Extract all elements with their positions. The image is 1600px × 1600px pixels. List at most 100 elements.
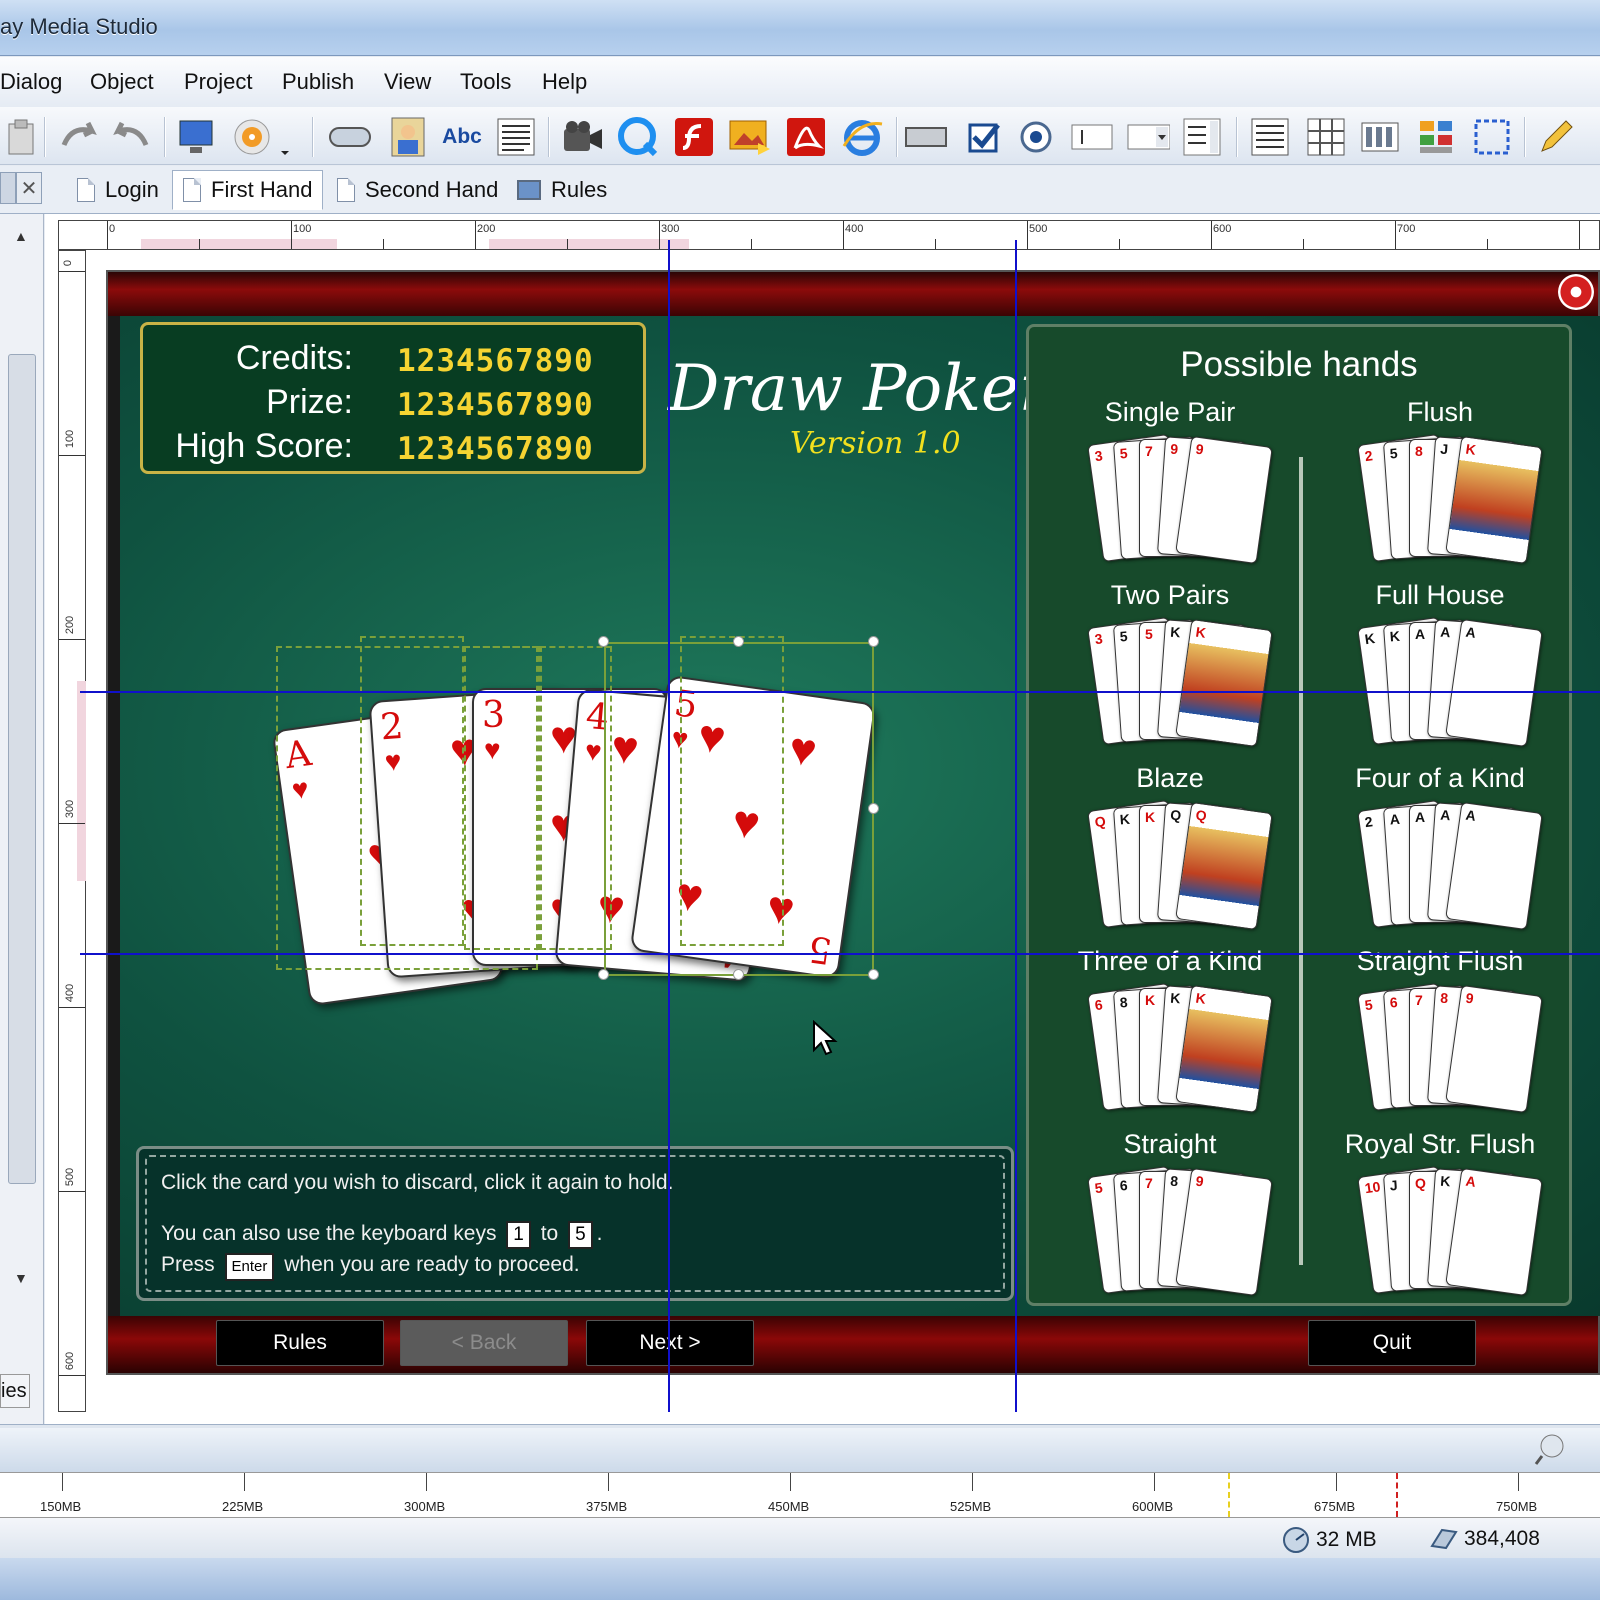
video-camera-icon[interactable]: [560, 115, 604, 159]
close-chip-icon[interactable]: [1558, 274, 1594, 310]
pencil-icon[interactable]: [1534, 115, 1578, 159]
disk-size-icon: [1430, 1528, 1458, 1550]
mini-card: K: [1445, 435, 1543, 565]
menu-dialog[interactable]: Dialog: [0, 69, 62, 95]
chevron-down-icon[interactable]: [274, 115, 296, 159]
hand-example-single-pair: Single Pair 3 5 7 9 9: [1045, 397, 1295, 580]
hand-name: Straight: [1123, 1129, 1217, 1159]
memory-status: 32 MB: [1282, 1526, 1377, 1554]
hand-example-full-house: Full House K K A A A: [1315, 580, 1565, 763]
list-box-tool-icon[interactable]: [1180, 115, 1224, 159]
hand-name: Four of a Kind: [1355, 763, 1525, 793]
report-tool-icon[interactable]: [1248, 115, 1292, 159]
undo-icon[interactable]: [56, 115, 100, 159]
quit-button[interactable]: Quit: [1308, 1320, 1476, 1366]
window-bottom-edge: [0, 1558, 1600, 1600]
hand-example-three-of-a-kind: Three of a Kind 6 8 K K K: [1045, 946, 1295, 1129]
credits-value: 1234567890: [397, 343, 594, 379]
tab-login[interactable]: Login: [66, 170, 170, 210]
memory-gauge-icon: [1283, 1527, 1309, 1553]
mini-card: K: [1175, 984, 1273, 1114]
pin-icon[interactable]: [0, 172, 16, 204]
horizontal-guide[interactable]: [80, 691, 1600, 693]
hand-example-flush: Flush 2 5 8 J K: [1315, 397, 1565, 580]
resize-handle[interactable]: [598, 636, 609, 647]
input-field-tool-icon[interactable]: [1070, 115, 1114, 159]
menu-tools[interactable]: Tools: [460, 69, 511, 95]
toolbar: Abc: [0, 107, 1600, 165]
hand-example-royal-str-flush: Royal Str. Flush 10 J Q K A: [1315, 1129, 1565, 1312]
vertical-guide[interactable]: [668, 240, 670, 1412]
mini-card: A: [1445, 1167, 1543, 1297]
tab-first-hand[interactable]: First Hand: [172, 170, 324, 210]
resize-handle[interactable]: [733, 969, 744, 980]
pin-icon[interactable]: [1534, 1432, 1568, 1466]
tab-second-hand[interactable]: Second Hand: [326, 170, 509, 210]
key-5: 5: [568, 1221, 593, 1249]
vertical-ruler: 0 100 200 300 400 500 600: [58, 250, 86, 1412]
mini-card: 9: [1175, 435, 1273, 565]
page-icon: [183, 178, 201, 202]
mini-card-fan: 10 J Q K A: [1357, 1165, 1543, 1297]
build-disc-icon[interactable]: [230, 115, 274, 159]
mini-card: Q: [1175, 801, 1273, 931]
close-panel-icon[interactable]: ✕: [16, 172, 42, 204]
properties-tab[interactable]: ies: [0, 1374, 30, 1408]
hand-name: Flush: [1406, 397, 1474, 427]
button-tool-icon[interactable]: [328, 115, 372, 159]
resize-handle[interactable]: [868, 803, 879, 814]
palette-tool-icon[interactable]: [1414, 115, 1458, 159]
felt-table: Credits: 1234567890 Prize: 1234567890 Hi…: [120, 316, 1600, 1316]
quicktime-icon[interactable]: [616, 115, 660, 159]
page-icon: [77, 178, 95, 202]
hand-name: Straight Flush: [1356, 946, 1524, 976]
menu-publish[interactable]: Publish: [282, 69, 354, 95]
radio-tool-icon[interactable]: [1014, 115, 1058, 159]
hand-example-straight-flush: Straight Flush 5 6 7 8 9: [1315, 946, 1565, 1129]
page-icon: [337, 178, 355, 202]
resize-handle[interactable]: [868, 969, 879, 980]
mini-card-fan: 258JK: [1357, 433, 1543, 565]
scroll-down-icon[interactable]: ▼: [14, 1270, 28, 1286]
left-panel: ▲ ▼ ies: [0, 214, 44, 1424]
vertical-guide[interactable]: [1015, 240, 1017, 1412]
horizontal-guide[interactable]: [80, 953, 1600, 955]
columns-tool-icon[interactable]: [1358, 115, 1402, 159]
mini-card-fan: 355KK: [1087, 616, 1273, 748]
mini-card-fan: 2AAAA: [1357, 799, 1543, 931]
web-browser-icon[interactable]: [840, 115, 884, 159]
back-button[interactable]: < Back: [400, 1320, 568, 1366]
menu-project[interactable]: Project: [184, 69, 252, 95]
tab-rules[interactable]: Rules: [506, 170, 618, 210]
slideshow-icon[interactable]: [728, 115, 772, 159]
redo-icon[interactable]: [110, 115, 154, 159]
hand-name: Single Pair: [1104, 397, 1236, 427]
paste-icon[interactable]: [0, 115, 44, 159]
flash-icon[interactable]: [672, 115, 716, 159]
hand-name: Royal Str. Flush: [1344, 1129, 1536, 1159]
text-tool-icon[interactable]: Abc: [440, 115, 484, 159]
hand-name: Three of a Kind: [1077, 946, 1263, 976]
preview-monitor-icon[interactable]: [174, 115, 218, 159]
menu-help[interactable]: Help: [542, 69, 587, 95]
resize-handle[interactable]: [598, 969, 609, 980]
instruction-line-3: Press Enter when you are ready to procee…: [161, 1253, 580, 1281]
menu-view[interactable]: View: [384, 69, 431, 95]
resize-handle[interactable]: [868, 636, 879, 647]
image-tool-icon[interactable]: [386, 115, 430, 159]
scroll-up-icon[interactable]: ▲: [14, 228, 28, 244]
poker-dialog: Credits: 1234567890 Prize: 1234567890 Hi…: [106, 270, 1600, 1375]
pdf-icon[interactable]: [784, 115, 828, 159]
selection-tool-icon[interactable]: [1470, 115, 1514, 159]
key-enter: Enter: [224, 1253, 275, 1281]
resize-handle[interactable]: [733, 636, 744, 647]
next-button[interactable]: Next >: [586, 1320, 754, 1366]
checkbox-tool-icon[interactable]: [962, 115, 1006, 159]
shape-tool-icon[interactable]: [904, 115, 948, 159]
combo-box-tool-icon[interactable]: [1126, 115, 1170, 159]
paragraph-tool-icon[interactable]: [494, 115, 538, 159]
rules-button[interactable]: Rules: [216, 1320, 384, 1366]
scrollbar-thumb[interactable]: [8, 354, 36, 1184]
grid-tool-icon[interactable]: [1304, 115, 1348, 159]
menu-object[interactable]: Object: [90, 69, 154, 95]
